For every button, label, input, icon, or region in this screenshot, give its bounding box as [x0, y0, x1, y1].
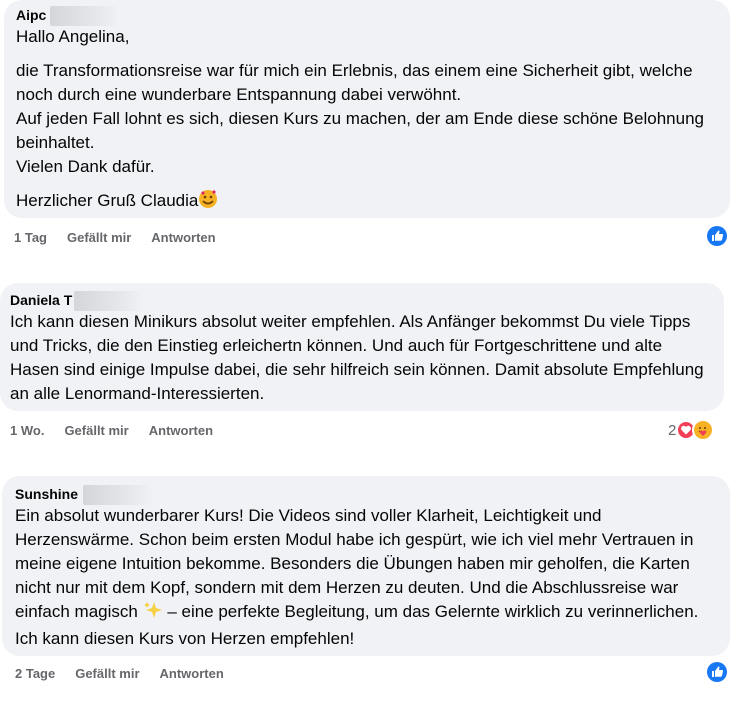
- comment-text: Ich kann diesen Minikurs absolut weiter …: [10, 312, 704, 403]
- comment-text: Ein absolut wunderbarer Kurs! Die Videos…: [15, 506, 699, 648]
- reply-button[interactable]: Antworten: [149, 423, 213, 438]
- comment-actions: 1 Tag Gefällt mir Antworten: [14, 230, 216, 245]
- redacted-name: [83, 485, 153, 505]
- care-icon: [692, 419, 715, 441]
- sparkles-icon: [143, 600, 163, 627]
- comment-bubble: Sunshine Ein absolut wunderbarer Kurs! D…: [2, 476, 730, 656]
- like-button[interactable]: Gefällt mir: [64, 423, 128, 438]
- comment-author[interactable]: Daniela T: [10, 291, 144, 311]
- timestamp[interactable]: 1 Tag: [14, 230, 47, 245]
- like-button[interactable]: Gefällt mir: [67, 230, 131, 245]
- like-button[interactable]: Gefällt mir: [75, 666, 139, 681]
- comment-bubble: Aipc Hallo Angelina, die Transformations…: [4, 0, 730, 218]
- comment-text: Hallo Angelina, die Transformationsreise…: [16, 25, 718, 216]
- comment-author[interactable]: Aipc: [16, 6, 120, 26]
- reaction-summary[interactable]: 2: [668, 419, 715, 441]
- redacted-name: [50, 6, 120, 26]
- reply-button[interactable]: Antworten: [160, 666, 224, 681]
- like-icon[interactable]: [707, 662, 727, 682]
- redacted-name: [74, 291, 144, 311]
- timestamp[interactable]: 2 Tage: [15, 666, 55, 681]
- reaction-count: 2: [668, 421, 677, 439]
- smiling-face-with-hearts-icon: [198, 189, 218, 216]
- comment-actions: 1 Wo. Gefällt mir Antworten: [10, 423, 213, 438]
- reply-button[interactable]: Antworten: [151, 230, 215, 245]
- comment-author[interactable]: Sunshine: [15, 485, 153, 505]
- timestamp[interactable]: 1 Wo.: [10, 423, 44, 438]
- like-icon[interactable]: [707, 226, 727, 246]
- comment-actions: 2 Tage Gefällt mir Antworten: [15, 666, 224, 681]
- comment-bubble: Daniela T Ich kann diesen Minikurs absol…: [0, 283, 724, 411]
